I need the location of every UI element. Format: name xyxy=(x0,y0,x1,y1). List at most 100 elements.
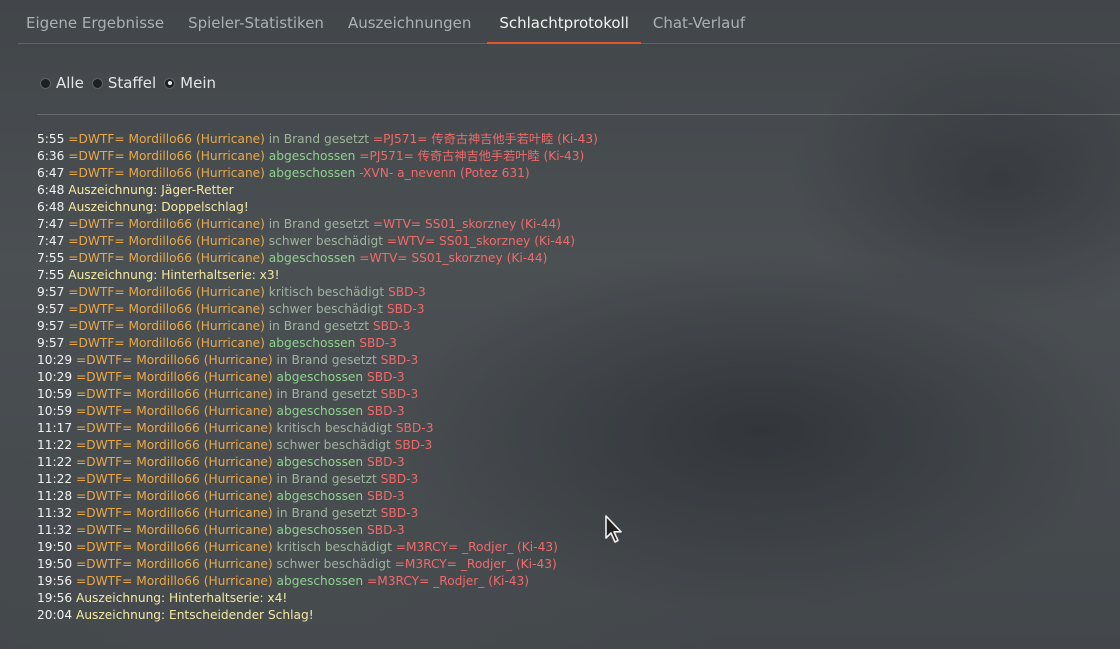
tab-auszeichnungen[interactable]: Auszeichnungen xyxy=(340,0,483,44)
radio-off-icon xyxy=(91,77,103,89)
log-target: SBD-3 xyxy=(380,472,419,486)
filter-alle[interactable]: Alle xyxy=(40,74,84,92)
log-time: 9:57 xyxy=(37,285,65,299)
log-action: abgeschossen xyxy=(276,404,364,418)
tab-eigene-ergebnisse[interactable]: Eigene Ergebnisse xyxy=(18,0,176,44)
log-player: =DWTF= Mordillo66 (Hurricane) xyxy=(76,404,273,418)
log-entry: 10:59 =DWTF= Mordillo66 (Hurricane) in B… xyxy=(37,386,598,403)
log-action: abgeschossen xyxy=(276,574,364,588)
log-action: abgeschossen xyxy=(276,455,364,469)
log-action: in Brand gesetzt xyxy=(276,506,377,520)
log-time: 19:56 xyxy=(37,591,73,605)
log-time: 11:17 xyxy=(37,421,73,435)
log-entry: 9:57 =DWTF= Mordillo66 (Hurricane) abges… xyxy=(37,335,598,352)
log-time: 11:32 xyxy=(37,523,73,537)
log-entry: 7:47 =DWTF= Mordillo66 (Hurricane) in Br… xyxy=(37,216,598,233)
log-time: 10:29 xyxy=(37,370,73,384)
radio-off-icon xyxy=(40,77,51,89)
log-entry-award: 6:48 Auszeichnung: Doppelschlag! xyxy=(37,199,598,216)
log-player: =DWTF= Mordillo66 (Hurricane) xyxy=(76,574,273,588)
log-action: kritisch beschädigt xyxy=(276,540,392,554)
log-entry: 10:29 =DWTF= Mordillo66 (Hurricane) abge… xyxy=(37,369,598,386)
log-target: =M3RCY= _Rodjer_ (Ki-43) xyxy=(394,557,557,571)
log-player: =DWTF= Mordillo66 (Hurricane) xyxy=(68,336,265,350)
tab-schlachtprotokoll[interactable]: Schlachtprotokoll xyxy=(487,0,641,44)
tab-spieler-statistiken[interactable]: Spieler-Statistiken xyxy=(180,0,336,44)
log-player: =DWTF= Mordillo66 (Hurricane) xyxy=(76,370,273,384)
log-player: =DWTF= Mordillo66 (Hurricane) xyxy=(68,217,265,231)
log-target: SBD-3 xyxy=(380,353,419,367)
log-time: 9:57 xyxy=(37,336,65,350)
log-entry: 11:17 =DWTF= Mordillo66 (Hurricane) krit… xyxy=(37,420,598,437)
log-action: abgeschossen xyxy=(268,166,356,180)
log-entry: 11:32 =DWTF= Mordillo66 (Hurricane) abge… xyxy=(37,522,598,539)
log-entry: 6:47 =DWTF= Mordillo66 (Hurricane) abges… xyxy=(37,165,598,182)
log-target: SBD-3 xyxy=(367,523,405,537)
log-time: 6:36 xyxy=(37,149,65,163)
log-time: 10:59 xyxy=(37,387,73,401)
log-action: schwer beschädigt xyxy=(268,302,384,316)
log-target: SBD-3 xyxy=(372,319,411,333)
log-target: =WTV= SS01_skorzney (Ki-44) xyxy=(359,251,548,265)
log-target: =PJ571= 传奇古神吉他手若叶睦 (Ki-43) xyxy=(359,149,585,163)
log-entry: 19:50 =DWTF= Mordillo66 (Hurricane) schw… xyxy=(37,556,598,573)
log-time: 11:22 xyxy=(37,455,73,469)
log-entry-award: 20:04 Auszeichnung: Entscheidender Schla… xyxy=(37,607,598,624)
log-action: abgeschossen xyxy=(268,149,356,163)
log-entry-award: 19:56 Auszeichnung: Hinterhaltserie: x4! xyxy=(37,590,598,607)
log-entry: 11:28 =DWTF= Mordillo66 (Hurricane) abge… xyxy=(37,488,598,505)
log-award: Auszeichnung: Entscheidender Schlag! xyxy=(76,608,314,622)
log-player: =DWTF= Mordillo66 (Hurricane) xyxy=(76,540,273,554)
log-player: =DWTF= Mordillo66 (Hurricane) xyxy=(76,489,273,503)
radio-on-icon xyxy=(164,77,176,89)
log-time: 19:50 xyxy=(37,557,73,571)
log-entry: 10:29 =DWTF= Mordillo66 (Hurricane) in B… xyxy=(37,352,598,369)
log-action: in Brand gesetzt xyxy=(268,132,369,146)
log-action: in Brand gesetzt xyxy=(276,387,377,401)
log-time: 7:47 xyxy=(37,217,65,231)
log-player: =DWTF= Mordillo66 (Hurricane) xyxy=(68,234,265,248)
log-target: SBD-3 xyxy=(367,404,405,418)
tab-bar: Eigene Ergebnisse Spieler-Statistiken Au… xyxy=(18,0,761,44)
log-action: schwer beschädigt xyxy=(268,234,384,248)
tab-chat-verlauf[interactable]: Chat-Verlauf xyxy=(645,0,757,44)
log-target: =WTV= SS01_skorzney (Ki-44) xyxy=(372,217,562,231)
log-time: 6:47 xyxy=(37,166,65,180)
log-target: SBD-3 xyxy=(367,455,405,469)
log-player: =DWTF= Mordillo66 (Hurricane) xyxy=(76,421,273,435)
log-time: 7:55 xyxy=(37,268,65,282)
log-target: SBD-3 xyxy=(388,285,426,299)
log-player: =DWTF= Mordillo66 (Hurricane) xyxy=(68,319,265,333)
log-target: =M3RCY= _Rodjer_ (Ki-43) xyxy=(395,540,558,554)
log-target: SBD-3 xyxy=(367,370,405,384)
log-time: 6:48 xyxy=(37,183,65,197)
log-time: 19:50 xyxy=(37,540,73,554)
log-entry: 19:56 =DWTF= Mordillo66 (Hurricane) abge… xyxy=(37,573,598,590)
log-action: in Brand gesetzt xyxy=(268,319,369,333)
log-entry: 11:22 =DWTF= Mordillo66 (Hurricane) schw… xyxy=(37,437,598,454)
log-target: SBD-3 xyxy=(359,336,397,350)
log-target: SBD-3 xyxy=(395,421,434,435)
log-action: schwer beschädigt xyxy=(276,557,391,571)
log-entry: 9:57 =DWTF= Mordillo66 (Hurricane) schwe… xyxy=(37,301,598,318)
log-target: =WTV= SS01_skorzney (Ki-44) xyxy=(386,234,576,248)
log-award: Auszeichnung: Doppelschlag! xyxy=(68,200,249,214)
log-player: =DWTF= Mordillo66 (Hurricane) xyxy=(68,251,265,265)
log-action: kritisch beschädigt xyxy=(268,285,385,299)
filter-mein[interactable]: Mein xyxy=(164,74,216,92)
log-time: 19:56 xyxy=(37,574,73,588)
filter-divider xyxy=(37,114,1120,115)
log-target: SBD-3 xyxy=(386,302,425,316)
log-time: 7:55 xyxy=(37,251,65,265)
log-player: =DWTF= Mordillo66 (Hurricane) xyxy=(68,132,265,146)
filter-staffel[interactable]: Staffel xyxy=(91,74,156,92)
log-entry-award: 6:48 Auszeichnung: Jäger-Retter xyxy=(37,182,598,199)
log-time: 9:57 xyxy=(37,319,65,333)
log-player: =DWTF= Mordillo66 (Hurricane) xyxy=(76,472,273,486)
log-entry: 11:22 =DWTF= Mordillo66 (Hurricane) abge… xyxy=(37,454,598,471)
log-time: 10:59 xyxy=(37,404,73,418)
filter-label: Alle xyxy=(56,74,84,92)
log-action: in Brand gesetzt xyxy=(276,353,377,367)
log-entry: 9:57 =DWTF= Mordillo66 (Hurricane) in Br… xyxy=(37,318,598,335)
log-entry: 19:50 =DWTF= Mordillo66 (Hurricane) krit… xyxy=(37,539,598,556)
